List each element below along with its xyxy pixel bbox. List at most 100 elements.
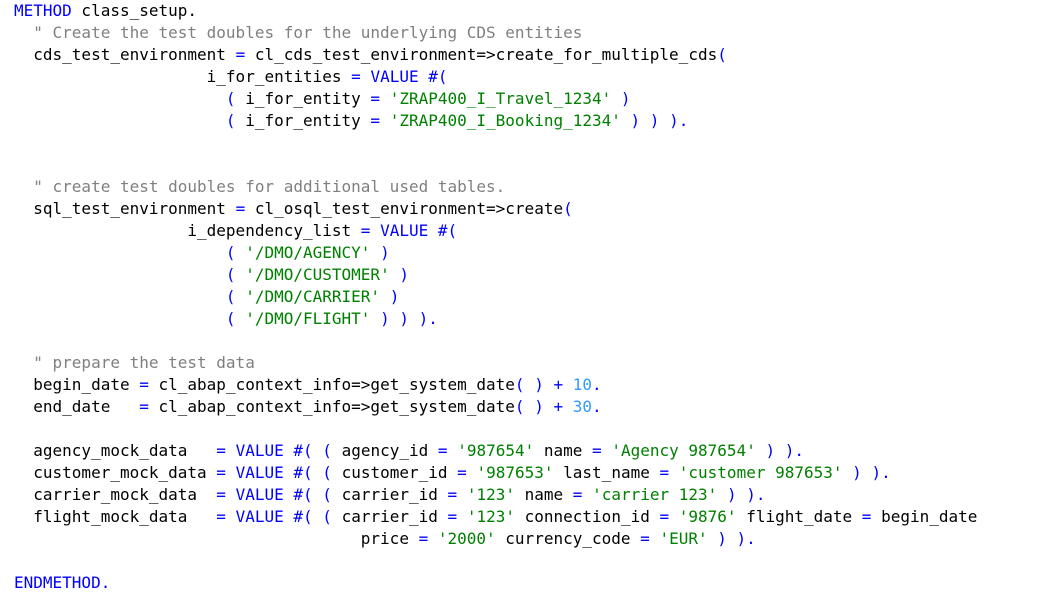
code-token-op: .	[592, 397, 602, 416]
code-token-pl: customer_id	[331, 463, 458, 482]
code-token-st: 'customer 987653'	[678, 463, 843, 482]
code-token-nm: 30	[572, 397, 593, 416]
code-line[interactable]: begin_date = cl_abap_context_info=>get_s…	[14, 374, 602, 396]
code-token-kw: #(	[293, 507, 313, 526]
code-token-op: ) ) ).	[380, 309, 438, 328]
code-line[interactable]: carrier_mock_data = VALUE #( ( carrier_i…	[14, 484, 765, 506]
code-line[interactable]: " create test doubles for additional use…	[14, 176, 505, 198]
code-token-op: =	[235, 199, 246, 218]
code-token-pl: carrier_mock_data	[14, 485, 217, 504]
code-token-pl: i_for_entity	[235, 89, 371, 108]
code-token-kw: #(	[293, 463, 313, 482]
code-token-cm: " create test doubles for additional use…	[33, 177, 506, 196]
code-line[interactable]: i_for_entities = VALUE #(	[14, 66, 448, 88]
code-token-op: =	[418, 529, 429, 548]
code-token-pl: agency_mock_data	[14, 441, 217, 460]
code-token-st: '/DMO/AGENCY'	[245, 243, 371, 262]
code-line[interactable]: flight_mock_data = VALUE #( ( carrier_id…	[14, 506, 977, 528]
code-token-op: (	[225, 265, 236, 284]
code-token-op: (	[225, 89, 236, 108]
code-line[interactable]: sql_test_environment = cl_osql_test_envi…	[14, 198, 572, 220]
code-token-pl: end_date	[14, 397, 140, 416]
code-line[interactable]: end_date = cl_abap_context_info=>get_sys…	[14, 396, 602, 418]
code-token-pl: name	[534, 441, 593, 460]
code-token-op: (	[225, 309, 236, 328]
code-line[interactable]: agency_mock_data = VALUE #( ( agency_id …	[14, 440, 804, 462]
code-token-op: (	[322, 485, 332, 504]
code-token-op: =	[139, 375, 149, 394]
code-token-op: =	[360, 221, 371, 240]
code-line[interactable]: ENDMETHOD.	[14, 572, 110, 594]
code-token-pl: customer_mock_data	[14, 463, 217, 482]
code-token-kw: VALUE	[235, 441, 284, 460]
code-line[interactable]: price = '2000' currency_code = 'EUR' ) )…	[14, 528, 756, 550]
code-token-kw: #(	[293, 485, 313, 504]
code-token-op: )	[534, 397, 544, 416]
code-token-op: =	[592, 441, 602, 460]
code-line[interactable]: " prepare the test data	[14, 352, 255, 374]
code-token-pl: cl_abap_context_info=>get_system_date	[148, 375, 515, 394]
code-line[interactable]: ( '/DMO/CUSTOMER' )	[14, 264, 409, 286]
code-line[interactable]: ( '/DMO/FLIGHT' ) ) ).	[14, 308, 438, 330]
code-token-op: =	[216, 441, 226, 460]
code-token-op: (	[225, 287, 236, 306]
code-token-pl: .	[187, 1, 198, 20]
code-token-kw: #(	[293, 441, 313, 460]
code-token-kw: METHOD	[14, 1, 72, 20]
code-token-op: =	[370, 111, 381, 130]
code-line[interactable]: ( '/DMO/AGENCY' )	[14, 242, 390, 264]
code-token-op: =	[447, 507, 458, 526]
code-line[interactable]: customer_mock_data = VALUE #( ( customer…	[14, 462, 890, 484]
code-token-op: .	[592, 375, 602, 394]
code-token-op: =	[351, 67, 361, 86]
code-token-pl: cl_abap_context_info=>get_system_date	[148, 397, 515, 416]
code-line[interactable]: ( '/DMO/CARRIER' )	[14, 286, 399, 308]
code-token-op: =	[659, 463, 670, 482]
code-token-cm: " prepare the test data	[33, 353, 255, 372]
code-line[interactable]: METHOD class_setup.	[14, 0, 197, 22]
code-token-op: =	[437, 441, 448, 460]
code-token-op: ) ) ).	[630, 111, 689, 130]
code-line[interactable]: ( i_for_entity = 'ZRAP400_I_Travel_1234'…	[14, 88, 631, 110]
code-line[interactable]: ( i_for_entity = 'ZRAP400_I_Booking_1234…	[14, 110, 688, 132]
code-token-op: =	[216, 463, 226, 482]
code-token-op: =	[216, 485, 226, 504]
code-token-op: =	[861, 507, 872, 526]
code-line[interactable]: cds_test_environment = cl_cds_test_envir…	[14, 44, 727, 66]
code-token-op: (	[514, 397, 525, 416]
code-token-op: (	[322, 441, 332, 460]
code-token-op: ) ).	[765, 441, 804, 460]
code-token-pl: class_setup	[71, 1, 188, 20]
code-token-pl: cl_osql_test_environment=>create	[245, 199, 564, 218]
code-token-st: 'ZRAP400_I_Booking_1234'	[389, 111, 621, 130]
code-token-op: )	[620, 89, 631, 108]
code-token-pl: cl_cds_test_environment=>create_for_mult…	[245, 45, 718, 64]
code-token-st: 'ZRAP400_I_Travel_1234'	[389, 89, 612, 108]
code-token-st: '987653'	[476, 463, 554, 482]
code-line[interactable]: " Create the test doubles for the underl…	[14, 22, 582, 44]
code-editor[interactable]: METHOD class_setup. " Create the test do…	[0, 0, 1042, 592]
code-line[interactable]: i_dependency_list = VALUE #(	[14, 220, 457, 242]
